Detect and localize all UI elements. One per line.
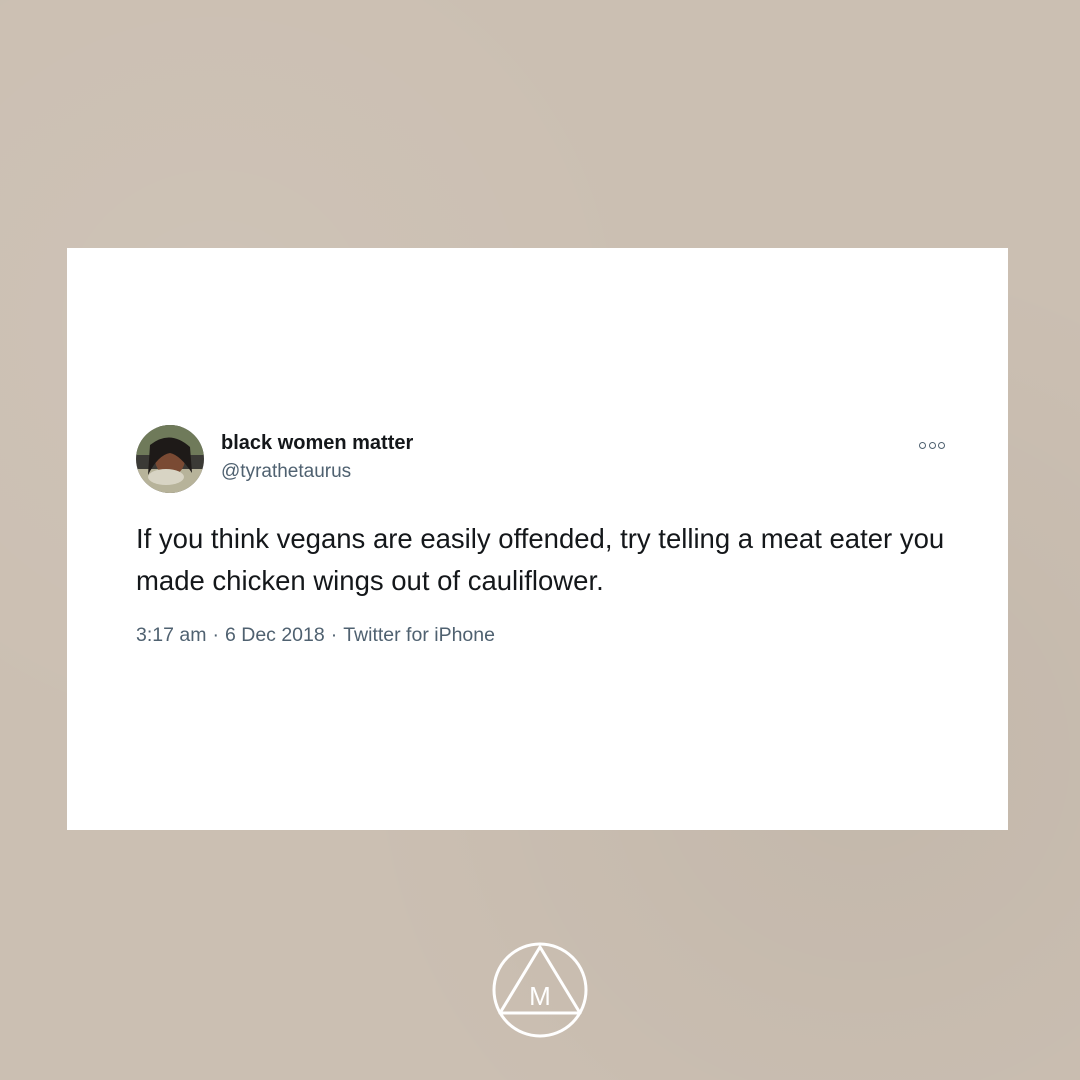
tweet-source[interactable]: Twitter for iPhone bbox=[343, 624, 495, 646]
meta-separator: · bbox=[330, 624, 338, 646]
triangle-circle-logo: M bbox=[491, 941, 589, 1039]
avatar[interactable] bbox=[136, 425, 204, 493]
avatar-image bbox=[136, 425, 204, 493]
more-options-icon[interactable] bbox=[919, 439, 945, 451]
dot-icon bbox=[928, 441, 936, 449]
tweet-text: If you think vegans are easily offended,… bbox=[136, 523, 945, 596]
display-name[interactable]: black women matter bbox=[221, 432, 413, 455]
tweet-meta: 3:17 am · 6 Dec 2018 · Twitter for iPhone bbox=[136, 624, 495, 647]
dot-icon bbox=[919, 441, 926, 449]
logo-letter: M bbox=[529, 981, 551, 1011]
tweet-time[interactable]: 3:17 am bbox=[136, 624, 206, 646]
meta-separator: · bbox=[212, 624, 219, 646]
user-handle[interactable]: @tyrathetaurus bbox=[221, 461, 351, 483]
dot-icon bbox=[938, 441, 945, 449]
tweet-card: black women matter @tyrathetaurus If you… bbox=[67, 248, 1008, 830]
tweet-date[interactable]: 6 Dec 2018 bbox=[225, 624, 325, 646]
